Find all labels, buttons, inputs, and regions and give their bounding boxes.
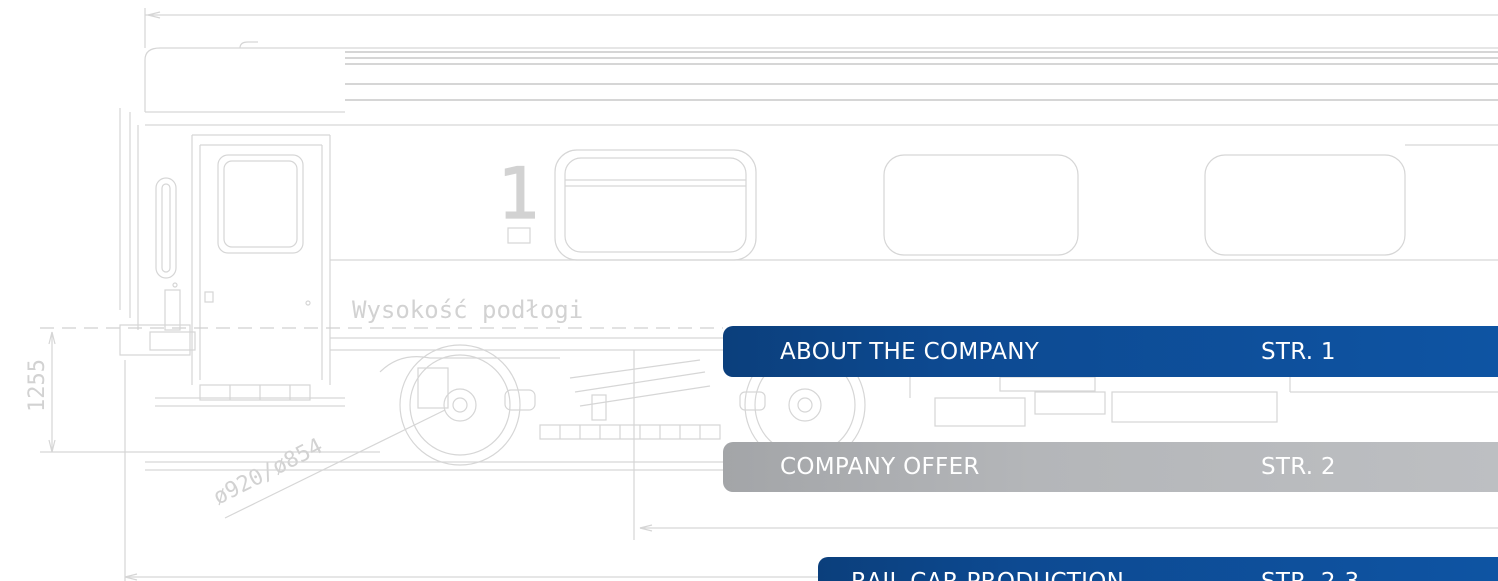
menu-item-page: STR. 2 xyxy=(1261,454,1336,480)
page: 1 Wysokość podłogi 1255 ø920/ø854 ABOUT … xyxy=(0,0,1498,581)
menu-item-page: STR. 2-3 xyxy=(1261,569,1359,581)
menu-item-page: STR. 1 xyxy=(1261,338,1336,365)
menu-item-about-the-company[interactable]: ABOUT THE COMPANY STR. 1 xyxy=(723,326,1498,377)
menu-item-title: ABOUT THE COMPANY xyxy=(780,338,1040,365)
wheel-diameter-label: ø920/ø854 xyxy=(209,434,327,510)
menu-item-rail-car-production[interactable]: RAIL CAR PRODUCTION STR. 2-3 xyxy=(818,557,1498,581)
floor-height-label: Wysokość podłogi xyxy=(352,296,583,324)
menu-item-title: COMPANY OFFER xyxy=(780,454,980,480)
menu-item-company-offer[interactable]: COMPANY OFFER STR. 2 xyxy=(723,442,1498,492)
railcar-technical-drawing: 1 Wysokość podłogi 1255 ø920/ø854 xyxy=(25,8,1498,581)
height-dimension-label: 1255 xyxy=(25,359,50,412)
menu-item-title: RAIL CAR PRODUCTION xyxy=(851,569,1124,581)
car-class-number: 1 xyxy=(497,153,539,235)
